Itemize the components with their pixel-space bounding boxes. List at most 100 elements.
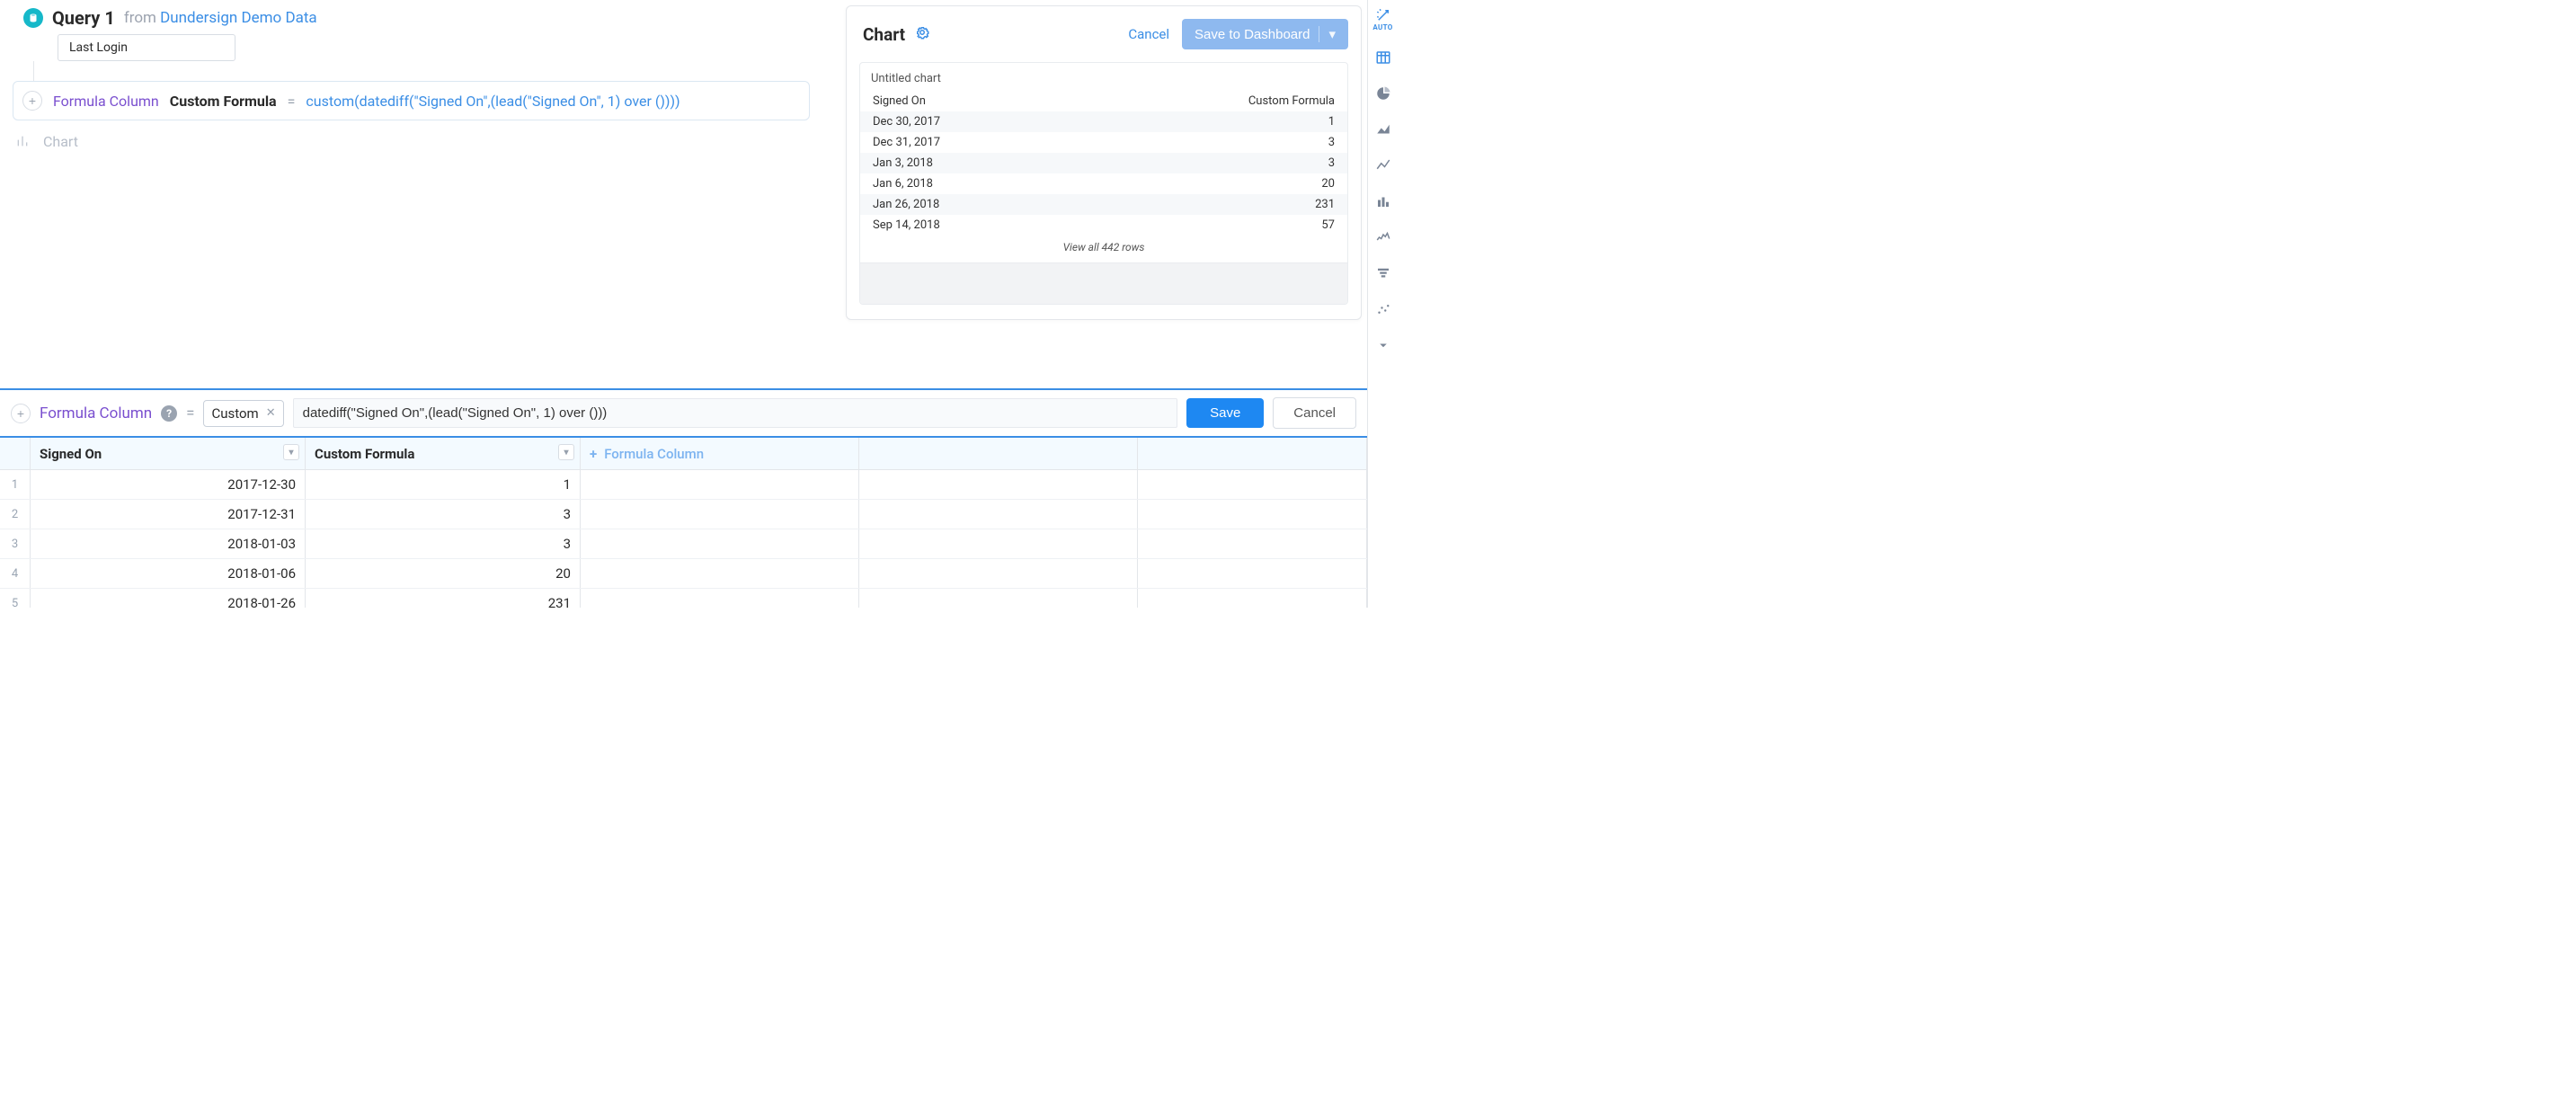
chart-untitled-label[interactable]: Untitled chart	[860, 72, 1347, 91]
formula-input[interactable]	[293, 398, 1177, 428]
formula-column-label: Formula Column	[40, 404, 152, 422]
cell-custom-formula: 3	[306, 500, 581, 529]
table-row[interactable]: 22017-12-313	[0, 500, 1367, 529]
chevron-down-icon[interactable]: ▾	[558, 444, 574, 460]
save-button[interactable]: Save	[1186, 398, 1264, 428]
formula-bar: + Formula Column ? = Custom ✕ Save Cance…	[0, 390, 1367, 438]
cell-blank	[1138, 589, 1367, 608]
row-number: 1	[0, 470, 31, 499]
col-header-label: Custom Formula	[315, 446, 414, 462]
chart-table-row[interactable]: Dec 31, 20173	[860, 132, 1347, 153]
chart-table-row[interactable]: Jan 3, 2018 3	[860, 153, 1347, 173]
cell-custom-formula: 231	[306, 589, 581, 608]
step-expression: custom(datediff("Signed On",(lead("Signe…	[306, 93, 680, 110]
col-header-blank	[859, 438, 1138, 469]
chevron-down-icon[interactable]: ▾	[283, 444, 299, 460]
cell-blank	[1138, 470, 1367, 499]
cell-blank	[581, 470, 859, 499]
chart-cell-date: Jan 3, 2018	[873, 156, 933, 170]
chart-cell-date: Sep 14, 2018	[873, 218, 940, 232]
save-to-dashboard-button[interactable]: Save to Dashboard ▾	[1182, 19, 1348, 49]
cell-blank	[581, 500, 859, 529]
chart-preview-body: Untitled chart Signed On Custom Formula …	[859, 62, 1348, 305]
chevron-down-icon[interactable]	[1372, 335, 1394, 355]
chart-cell-date: Dec 30, 2017	[873, 115, 940, 129]
formula-editor-region: + Formula Column ? = Custom ✕ Save Cance…	[0, 388, 1367, 608]
gear-icon[interactable]	[914, 24, 930, 44]
chart-table-row[interactable]: Jan 26, 2018231	[860, 194, 1347, 215]
chart-cancel-link[interactable]: Cancel	[1128, 26, 1169, 42]
query-title[interactable]: Query 1	[52, 7, 115, 29]
chart-preview-panel: Chart Cancel Save to Dashboard ▾ Untitle…	[846, 5, 1362, 320]
chart-table-row[interactable]: Jan 6, 201820	[860, 173, 1347, 194]
table-row[interactable]: 52018-01-26231	[0, 589, 1367, 608]
function-chip-label: Custom	[211, 405, 258, 422]
magic-wand-icon[interactable]	[1372, 5, 1394, 25]
plus-icon: +	[590, 446, 597, 462]
funnel-chart-icon[interactable]	[1372, 263, 1394, 283]
chart-table-row[interactable]: Dec 30, 2017 1	[860, 111, 1347, 132]
chart-col-signed-on: Signed On	[873, 94, 926, 108]
table-row[interactable]: 32018-01-033	[0, 529, 1367, 559]
sparkline-icon[interactable]	[1372, 227, 1394, 247]
column-tag-last-login[interactable]: Last Login	[58, 34, 235, 61]
add-step-button[interactable]: +	[22, 91, 42, 111]
chart-type-rail: AUTO	[1367, 0, 1398, 608]
function-chip-custom[interactable]: Custom ✕	[203, 400, 283, 427]
chart-cell-value: 1	[1328, 115, 1335, 129]
cell-custom-formula: 20	[306, 559, 581, 588]
chevron-down-icon: ▾	[1319, 26, 1336, 42]
help-icon[interactable]: ?	[161, 405, 177, 422]
table-row[interactable]: 12017-12-301	[0, 470, 1367, 500]
chart-footer	[860, 262, 1347, 304]
chart-col-custom-formula: Custom Formula	[1248, 94, 1335, 108]
chart-cell-date: Jan 26, 2018	[873, 198, 939, 211]
cell-blank	[581, 559, 859, 588]
row-number: 4	[0, 559, 31, 588]
row-number: 5	[0, 589, 31, 608]
col-header-custom-formula[interactable]: Custom Formula ▾	[306, 438, 581, 469]
table-row[interactable]: 42018-01-0620	[0, 559, 1367, 589]
row-number-header	[0, 438, 31, 469]
table-body: 12017-12-30122017-12-31332018-01-0334201…	[0, 470, 1367, 608]
cell-signed-on: 2018-01-03	[31, 529, 306, 558]
cell-signed-on: 2018-01-26	[31, 589, 306, 608]
col-header-signed-on[interactable]: Signed On ▾	[31, 438, 306, 469]
bar-chart-icon	[13, 131, 32, 151]
line-chart-icon[interactable]	[1372, 156, 1394, 175]
col-header-label: Signed On	[40, 446, 102, 462]
cell-blank	[1138, 500, 1367, 529]
cell-blank	[1138, 559, 1367, 588]
add-formula-column-header[interactable]: + Formula Column	[581, 438, 859, 469]
row-number: 2	[0, 500, 31, 529]
chart-cell-value: 3	[1328, 156, 1335, 170]
add-column-label: Formula Column	[604, 446, 704, 462]
area-chart-icon[interactable]	[1372, 120, 1394, 139]
data-table: Signed On ▾ Custom Formula ▾ + Formula C…	[0, 438, 1367, 608]
cancel-button[interactable]: Cancel	[1273, 397, 1356, 429]
cell-blank	[859, 589, 1138, 608]
row-number: 3	[0, 529, 31, 558]
col-header-blank	[1138, 438, 1367, 469]
scatter-chart-icon[interactable]	[1372, 299, 1394, 319]
cell-blank	[1138, 529, 1367, 558]
remove-chip-icon[interactable]: ✕	[266, 406, 276, 420]
cell-blank	[859, 529, 1138, 558]
datasource-link[interactable]: Dundersign Demo Data	[160, 9, 317, 27]
cell-blank	[859, 500, 1138, 529]
chart-table-header: Signed On Custom Formula	[860, 91, 1347, 111]
chart-table-row[interactable]: Sep 14, 201857	[860, 215, 1347, 236]
add-formula-button[interactable]: +	[11, 404, 31, 423]
query-subtitle: from Dundersign Demo Data	[124, 9, 317, 27]
step-formula-column[interactable]: + Formula Column Custom Formula = custom…	[13, 81, 810, 120]
chart-cell-date: Jan 6, 2018	[873, 177, 933, 191]
save-to-dashboard-label: Save to Dashboard	[1195, 27, 1310, 42]
bar-chart-icon[interactable]	[1372, 191, 1394, 211]
view-all-rows-link[interactable]: View all 442 rows	[860, 236, 1347, 262]
pie-chart-icon[interactable]	[1372, 84, 1394, 103]
chart-step-label: Chart	[43, 133, 78, 150]
table-icon[interactable]	[1372, 48, 1394, 67]
cell-blank	[581, 589, 859, 608]
step-name: Custom Formula	[170, 93, 277, 110]
cell-signed-on: 2018-01-06	[31, 559, 306, 588]
